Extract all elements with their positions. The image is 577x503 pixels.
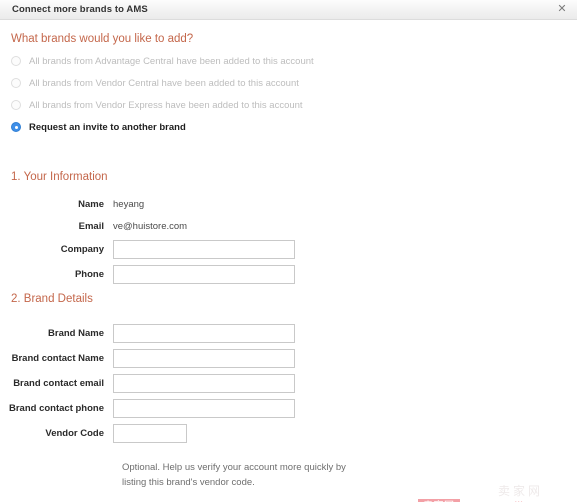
vendor-code-help-text: Optional. Help us verify your account mo…: [122, 462, 346, 488]
field-row-brand-contact-phone: Brand contact phone: [0, 398, 560, 418]
watermark-badge: 卖家网: [418, 499, 460, 502]
field-row-brand-contact-name: Brand contact Name: [0, 348, 560, 368]
field-row-company: Company: [0, 239, 560, 259]
vendor-code-input[interactable]: [113, 423, 187, 443]
field-row-vendor-code: Vendor Code: [0, 423, 560, 443]
field-label-email: Email: [78, 220, 104, 232]
field-label-brand-contact-name: Brand contact Name: [11, 352, 104, 364]
field-row-brand-contact-email: Brand contact email: [0, 373, 560, 393]
section-heading-brand-details: 2. Brand Details: [11, 293, 93, 305]
dialog-body: What brands would you like to add? All b…: [0, 20, 577, 502]
field-row-email: Email ve@huistore.com: [0, 217, 560, 235]
field-row-phone: Phone: [0, 264, 560, 284]
brand-details-form: Brand Name Brand contact Name Brand cont…: [0, 323, 560, 448]
field-label-brand-name: Brand Name: [48, 327, 104, 339]
field-label-brand-contact-phone: Brand contact phone: [8, 402, 104, 414]
field-label-vendor-code: Vendor Code: [45, 427, 104, 439]
field-row-brand-name: Brand Name: [0, 323, 560, 343]
radio-option-vendor-express[interactable]: All brands from Vendor Express have been…: [11, 94, 551, 116]
field-value-email: ve@huistore.com: [113, 220, 188, 232]
radio-option-label: Request an invite to another brand: [29, 121, 186, 133]
radio-option-advantage-central[interactable]: All brands from Advantage Central have b…: [11, 50, 551, 72]
brand-contact-email-input[interactable]: [113, 373, 295, 393]
field-row-name: Name heyang: [0, 195, 560, 213]
dialog-title: Connect more brands to AMS: [12, 4, 148, 15]
dialog-titlebar: Connect more brands to AMS ✕: [0, 0, 577, 20]
close-icon[interactable]: ✕: [556, 4, 568, 16]
section-heading-your-information: 1. Your Information: [11, 171, 108, 183]
field-label-company: Company: [60, 243, 104, 255]
radio-icon[interactable]: [11, 100, 21, 110]
radio-option-label: All brands from Vendor Central have been…: [29, 77, 299, 89]
field-label-brand-contact-email: Brand contact email: [13, 377, 104, 389]
brand-source-radio-group: All brands from Advantage Central have b…: [11, 50, 551, 138]
your-information-form: Name heyang Email ve@huistore.com Compan…: [0, 195, 560, 289]
field-label-phone: Phone: [74, 268, 104, 280]
radio-option-vendor-central[interactable]: All brands from Vendor Central have been…: [11, 72, 551, 94]
radio-option-label: All brands from Advantage Central have b…: [29, 55, 314, 67]
field-value-name: heyang: [113, 198, 145, 210]
brand-name-input[interactable]: [113, 323, 295, 343]
radio-option-label: All brands from Vendor Express have been…: [29, 99, 303, 111]
brand-contact-phone-input[interactable]: [113, 398, 295, 418]
brand-contact-name-input[interactable]: [113, 348, 295, 368]
field-label-name: Name: [78, 198, 104, 210]
question-heading: What brands would you like to add?: [11, 33, 194, 45]
radio-icon[interactable]: [11, 56, 21, 66]
company-input[interactable]: [113, 239, 295, 259]
watermark-url: www.maijia.com: [467, 500, 558, 503]
phone-input[interactable]: [113, 264, 295, 284]
watermark: 卖家网 www.maijia.com: [418, 499, 558, 502]
radio-icon[interactable]: [11, 78, 21, 88]
radio-icon-selected[interactable]: [11, 122, 21, 132]
connect-brands-dialog: Connect more brands to AMS ✕ What brands…: [0, 0, 577, 503]
radio-option-request-invite[interactable]: Request an invite to another brand: [11, 116, 551, 138]
watermark-ghost: 卖家网: [498, 484, 544, 498]
